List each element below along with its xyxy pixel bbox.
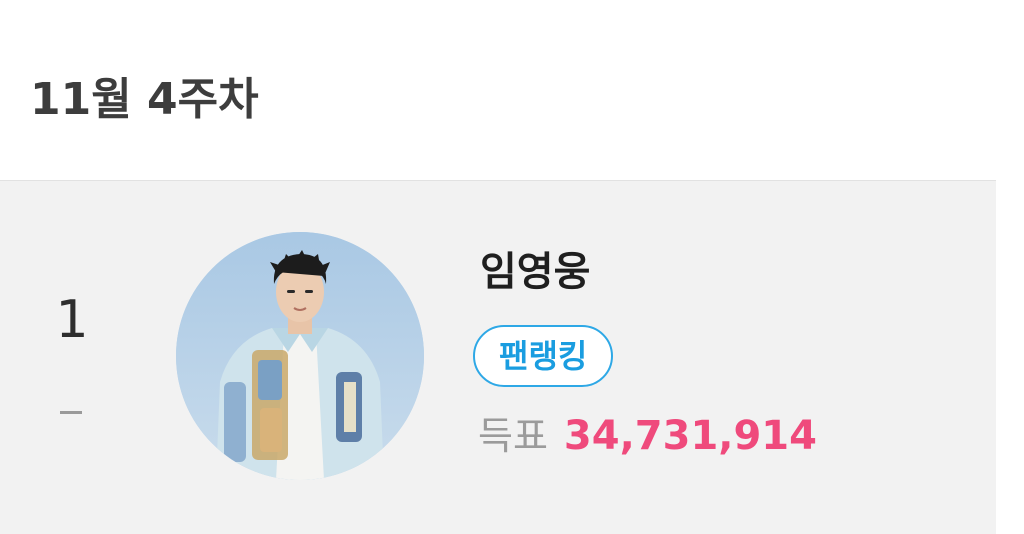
rank-change-indicator [60, 411, 82, 414]
votes-row: 득표 34,731,914 [478, 410, 817, 462]
week-header: 11월 4주차 [0, 0, 1024, 180]
artist-avatar[interactable] [176, 232, 424, 480]
artist-name[interactable]: 임영웅 [480, 246, 590, 298]
votes-label: 득표 [478, 414, 548, 458]
ranking-page: 11월 4주차 1 임영웅 팬랭킹 득표 34,731,914 [0, 0, 1024, 534]
fan-ranking-badge[interactable]: 팬랭킹 [473, 325, 614, 387]
rank-number: 1 [55, 290, 89, 350]
fan-ranking-badge-label: 팬랭킹 [499, 337, 588, 375]
week-title: 11월 4주차 [30, 74, 259, 125]
artist-photo [176, 232, 424, 480]
votes-value: 34,731,914 [563, 413, 817, 459]
